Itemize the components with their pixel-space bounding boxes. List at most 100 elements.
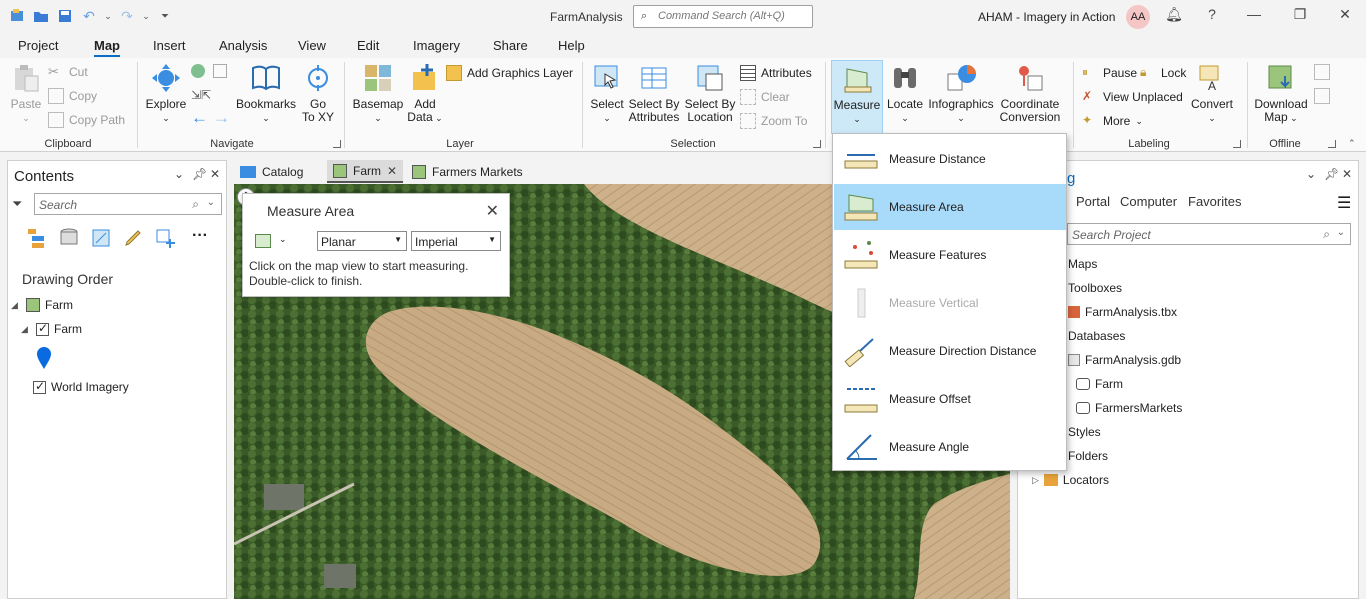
add-graphics-layer-button[interactable]: Add Graphics Layer	[446, 63, 573, 83]
view-unplaced-button[interactable]: ✗ View Unplaced	[1082, 87, 1183, 107]
command-search-input[interactable]: ⌕ Command Search (Alt+Q)	[633, 5, 813, 28]
list-by-editing-icon[interactable]	[122, 227, 144, 249]
convert-labels-button[interactable]: A Convert ⌄	[1188, 62, 1236, 125]
notifications-bell-icon[interactable]: 🔔︎	[1163, 6, 1185, 26]
filter-icon[interactable]: ⏷	[12, 196, 22, 212]
remove-offline-icon[interactable]	[1314, 88, 1330, 104]
infographics-button[interactable]: Infographics ⌄	[927, 62, 995, 125]
explore-button[interactable]: Explore ⌄	[144, 62, 188, 125]
attributes-button[interactable]: Attributes	[740, 63, 812, 83]
list-by-data-source-icon[interactable]	[58, 227, 80, 249]
point-symbol-icon[interactable]	[36, 346, 52, 370]
copy-path-button[interactable]: Copy Path	[48, 110, 125, 130]
close-measure-window-icon[interactable]: ✕	[486, 201, 499, 221]
avatar[interactable]: AA	[1126, 5, 1150, 29]
undo-icon[interactable]: ↶	[80, 7, 98, 25]
list-by-snapping-icon[interactable]	[154, 227, 176, 249]
catalog-tab-favorites[interactable]: Favorites	[1188, 194, 1241, 209]
sync-icon[interactable]	[1314, 64, 1330, 80]
menu-measure-distance[interactable]: Measure Distance	[834, 136, 1066, 182]
menu-measure-features[interactable]: Measure Features	[834, 232, 1066, 278]
lock-labeling-button[interactable]: 🔒︎ Lock	[1140, 63, 1186, 83]
add-data-button[interactable]: Add Data ⌄	[406, 62, 444, 125]
layer-visibility-checkbox[interactable]	[36, 321, 49, 336]
customize-qat-icon[interactable]: ⏷	[156, 7, 174, 25]
restore-icon[interactable]: ❐	[1289, 6, 1311, 26]
close-tab-icon[interactable]: ✕	[387, 164, 397, 178]
pane-options-icon[interactable]: ⌄	[1306, 167, 1316, 181]
download-map-button[interactable]: Download Map ⌄	[1252, 62, 1310, 125]
tab-view[interactable]: View	[298, 38, 326, 53]
catalog-tab-portal[interactable]: Portal	[1076, 194, 1110, 209]
select-by-location-button[interactable]: Select By Location	[684, 62, 736, 124]
catalog-item-farmanalysis-tbx[interactable]: FarmAnalysis.tbx	[1068, 305, 1177, 319]
labeling-launcher-icon[interactable]	[1233, 140, 1241, 148]
tree-layer-world-imagery[interactable]: World Imagery	[33, 379, 129, 394]
list-by-selection-icon[interactable]	[90, 227, 112, 249]
more-labeling-button[interactable]: ✦ More ⌄	[1082, 111, 1143, 131]
fixed-zoom-icon[interactable]	[213, 64, 227, 78]
collapse-arrow-icon[interactable]: ◢	[21, 324, 31, 335]
coordinate-conversion-button[interactable]: Coordinate Conversion	[998, 62, 1062, 124]
catalog-tab-computer[interactable]: Computer	[1120, 194, 1177, 209]
catalog-search-input[interactable]: Search Project ⌕ ⌄	[1067, 223, 1351, 245]
clear-selection-button[interactable]: Clear	[740, 87, 790, 107]
help-icon[interactable]: ?	[1201, 6, 1223, 26]
back-arrow-icon[interactable]: ←	[191, 108, 208, 128]
measure-tool-icon[interactable]	[255, 234, 271, 248]
collapse-arrow-icon[interactable]: ◢	[11, 300, 21, 311]
list-by-drawing-order-icon[interactable]	[26, 227, 48, 249]
catalog-item-locators[interactable]: ▷ Locators	[1032, 473, 1109, 487]
measure-mode-select[interactable]: Planar ▼	[317, 231, 407, 251]
measure-units-select[interactable]: Imperial ▼	[411, 231, 501, 251]
collapse-ribbon-icon[interactable]: ⌃	[1348, 138, 1356, 149]
catalog-item-maps[interactable]: Maps	[1068, 257, 1097, 271]
measure-button[interactable]: Measure ⌄	[831, 60, 883, 134]
minimize-icon[interactable]: —	[1243, 6, 1265, 26]
basemap-button[interactable]: Basemap ⌄	[352, 62, 404, 125]
catalog-item-folders[interactable]: Folders	[1068, 449, 1108, 463]
catalog-item-styles[interactable]: Styles	[1068, 425, 1101, 439]
save-icon[interactable]	[56, 7, 74, 25]
open-folder-icon[interactable]	[32, 7, 50, 25]
search-dropdown-icon[interactable]: ⌄	[1337, 227, 1345, 238]
layer-visibility-checkbox[interactable]	[33, 379, 46, 394]
navigate-launcher-icon[interactable]	[333, 140, 341, 148]
catalog-item-toolboxes[interactable]: Toolboxes	[1068, 281, 1122, 295]
select-button[interactable]: Select ⌄	[588, 62, 626, 125]
tab-insert[interactable]: Insert	[153, 38, 186, 53]
tab-project[interactable]: Project	[18, 38, 58, 53]
selection-launcher-icon[interactable]	[813, 140, 821, 148]
tab-imagery[interactable]: Imagery	[413, 38, 460, 53]
menu-measure-angle[interactable]: Measure Angle	[834, 424, 1066, 470]
paste-button[interactable]: Paste ⌄	[8, 62, 44, 125]
catalog-item-farmanalysis-gdb[interactable]: FarmAnalysis.gdb	[1068, 353, 1181, 367]
tree-map-farm[interactable]: ◢ Farm	[11, 298, 73, 312]
full-extent-icon[interactable]	[191, 64, 205, 78]
menu-measure-area[interactable]: Measure Area	[834, 184, 1066, 230]
contents-search-input[interactable]: Search ⌕ ⌄	[34, 193, 222, 215]
redo-dropdown-icon[interactable]: ⌄	[142, 7, 150, 25]
undo-dropdown-icon[interactable]: ⌄	[104, 7, 112, 25]
doc-tab-catalog[interactable]: Catalog	[234, 160, 309, 183]
pane-options-icon[interactable]: ⌄	[174, 167, 184, 181]
close-pane-icon[interactable]: ✕	[210, 167, 220, 181]
tab-analysis[interactable]: Analysis	[219, 38, 267, 53]
doc-tab-farm[interactable]: Farm ✕	[327, 160, 404, 183]
cut-button[interactable]: ✂ Cut	[48, 62, 88, 82]
tab-edit[interactable]: Edit	[357, 38, 379, 53]
doc-tab-farmers-markets[interactable]: Farmers Markets	[406, 160, 529, 183]
redo-icon[interactable]: ↷	[118, 7, 136, 25]
account-name[interactable]: AHAM - Imagery in Action	[978, 10, 1115, 24]
menu-measure-offset[interactable]: Measure Offset	[834, 376, 1066, 422]
copy-button[interactable]: Copy	[48, 86, 97, 106]
close-window-icon[interactable]: ✕	[1334, 6, 1356, 26]
catalog-item-farmersmarkets-fc[interactable]: FarmersMarkets	[1076, 401, 1182, 415]
locate-button[interactable]: Locate ⌄	[885, 62, 925, 125]
tab-share[interactable]: Share	[493, 38, 528, 53]
more-views-icon[interactable]: ···	[192, 227, 208, 245]
zoom-to-selection-button[interactable]: Zoom To	[740, 111, 807, 131]
pin-icon[interactable]: 📌︎	[192, 167, 207, 181]
new-project-icon[interactable]	[8, 7, 26, 25]
select-by-attributes-button[interactable]: Select By Attributes	[626, 62, 682, 124]
